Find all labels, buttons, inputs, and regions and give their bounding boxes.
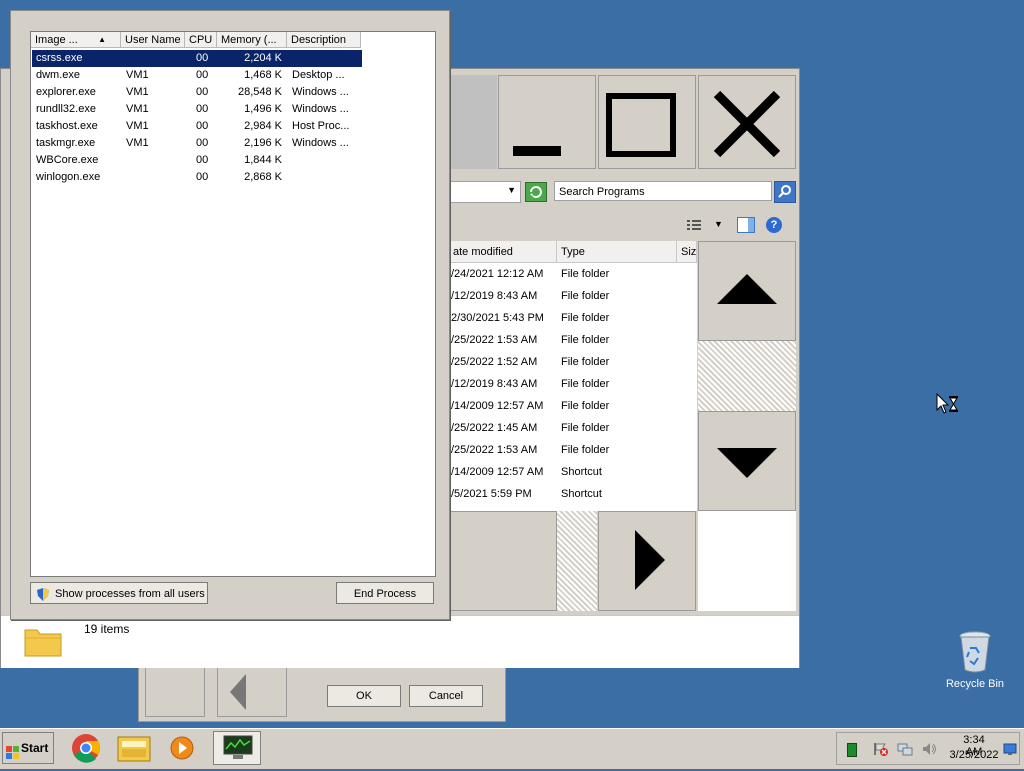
column-size[interactable]: Size: [677, 241, 697, 263]
search-input[interactable]: Search Programs: [554, 181, 772, 201]
busy-cursor-icon: [936, 392, 960, 415]
start-button[interactable]: Start: [2, 732, 54, 764]
chrome-icon[interactable]: [66, 731, 106, 765]
recycle-bin-label: Recycle Bin: [945, 678, 1005, 690]
close-button[interactable]: [698, 75, 796, 169]
list-item[interactable]: /12/2019 8:43 AM File folder: [449, 373, 697, 395]
action-center-icon[interactable]: [873, 741, 889, 760]
column-memory[interactable]: Memory (...: [217, 32, 287, 48]
dialog-panel-left: [145, 663, 205, 717]
task-manager-icon: [223, 735, 253, 764]
show-all-processes-button[interactable]: Show processes from all users: [30, 582, 208, 604]
vertical-scrollbar-track[interactable]: [698, 341, 796, 411]
list-item[interactable]: /14/2009 12:57 AM Shortcut: [449, 461, 697, 483]
horizontal-scrollbar-thumb[interactable]: [447, 511, 557, 611]
list-item[interactable]: /25/2022 1:53 AM File folder: [449, 439, 697, 461]
list-item[interactable]: /12/2019 8:43 AM File folder: [449, 285, 697, 307]
table-row[interactable]: WBCore.exe 00 1,844 K: [32, 152, 362, 169]
uac-shield-icon: [37, 587, 49, 601]
clock-date[interactable]: 3/25/2022: [946, 749, 1002, 761]
file-explorer-icon[interactable]: [114, 731, 154, 765]
recycle-bin[interactable]: Recycle Bin: [940, 630, 1010, 690]
table-row[interactable]: winlogon.exe 00 2,868 K: [32, 169, 362, 186]
help-icon[interactable]: ?: [766, 217, 782, 233]
volume-icon[interactable]: [921, 741, 937, 760]
scroll-down-button[interactable]: [698, 411, 796, 511]
column-type[interactable]: Type: [557, 241, 677, 263]
column-date-modified[interactable]: ate modified: [449, 241, 557, 263]
list-item[interactable]: /25/2022 1:53 AM File folder: [449, 329, 697, 351]
list-item[interactable]: /25/2022 1:52 AM File folder: [449, 351, 697, 373]
column-user-name[interactable]: User Name: [121, 32, 185, 48]
chevron-down-icon[interactable]: ▼: [507, 185, 516, 195]
address-bar[interactable]: ▼: [449, 181, 521, 203]
table-row[interactable]: rundll32.exe VM1 00 1,496 K Windows ...: [32, 101, 362, 118]
table-row[interactable]: taskmgr.exe VM1 00 2,196 K Windows ...: [32, 135, 362, 152]
file-list: /24/2021 12:12 AM File folder /12/2019 8:…: [449, 263, 697, 511]
list-item[interactable]: 2/30/2021 5:43 PM File folder: [449, 307, 697, 329]
list-item[interactable]: /14/2009 12:57 AM File folder: [449, 395, 697, 417]
media-player-icon[interactable]: [162, 731, 202, 765]
task-manager-taskbar-button[interactable]: [213, 731, 261, 765]
minimize-button[interactable]: [498, 75, 596, 169]
network-icon[interactable]: [897, 741, 913, 760]
windows-logo-icon: [6, 741, 20, 759]
task-manager-window: Image ... ▲ User Name CPU Memory (... De…: [10, 10, 450, 620]
refresh-icon[interactable]: [525, 182, 547, 202]
show-desktop-icon[interactable]: [1003, 742, 1017, 759]
status-bar: 19 items: [1, 615, 799, 668]
table-row[interactable]: explorer.exe VM1 00 28,548 K Windows ...: [32, 84, 362, 101]
recycle-bin-icon: [958, 630, 992, 674]
scrollbar-corner: [698, 511, 796, 611]
preview-pane-icon[interactable]: [737, 217, 755, 233]
background-dialog: OK Cancel: [138, 662, 506, 722]
title-bar: [447, 75, 497, 169]
item-count: 19 items: [84, 622, 130, 636]
cancel-button[interactable]: Cancel: [409, 685, 483, 707]
list-item[interactable]: /5/2021 5:59 PM Shortcut: [449, 483, 697, 505]
end-process-button[interactable]: End Process: [336, 582, 434, 604]
column-image-name[interactable]: Image ... ▲: [31, 32, 121, 48]
horizontal-scrollbar-track[interactable]: [557, 511, 597, 611]
folder-icon: [23, 624, 63, 658]
column-cpu[interactable]: CPU: [185, 32, 217, 48]
table-row[interactable]: taskhost.exe VM1 00 2,984 K Host Proc...: [32, 118, 362, 135]
ok-button[interactable]: OK: [327, 685, 401, 707]
taskbar: Start 3:34 AM 3/25/2022: [0, 728, 1024, 769]
view-dropdown-icon[interactable]: ▼: [714, 219, 723, 229]
list-item[interactable]: /25/2022 1:45 AM File folder: [449, 417, 697, 439]
scroll-right-button[interactable]: [598, 511, 696, 611]
table-row[interactable]: csrss.exe 00 2,204 K: [32, 50, 362, 67]
table-row[interactable]: dwm.exe VM1 00 1,468 K Desktop ...: [32, 67, 362, 84]
process-list: Image ... ▲ User Name CPU Memory (... De…: [30, 31, 436, 577]
list-item[interactable]: /24/2021 12:12 AM File folder: [449, 263, 697, 285]
sort-ascending-icon: ▲: [98, 35, 106, 44]
column-description[interactable]: Description: [287, 32, 361, 48]
maximize-button[interactable]: [598, 75, 696, 169]
view-options-icon[interactable]: [687, 219, 701, 231]
scroll-up-button[interactable]: [698, 241, 796, 341]
green-status-icon[interactable]: [847, 743, 857, 757]
search-icon[interactable]: [774, 181, 796, 203]
scroll-left-button[interactable]: [217, 663, 287, 717]
